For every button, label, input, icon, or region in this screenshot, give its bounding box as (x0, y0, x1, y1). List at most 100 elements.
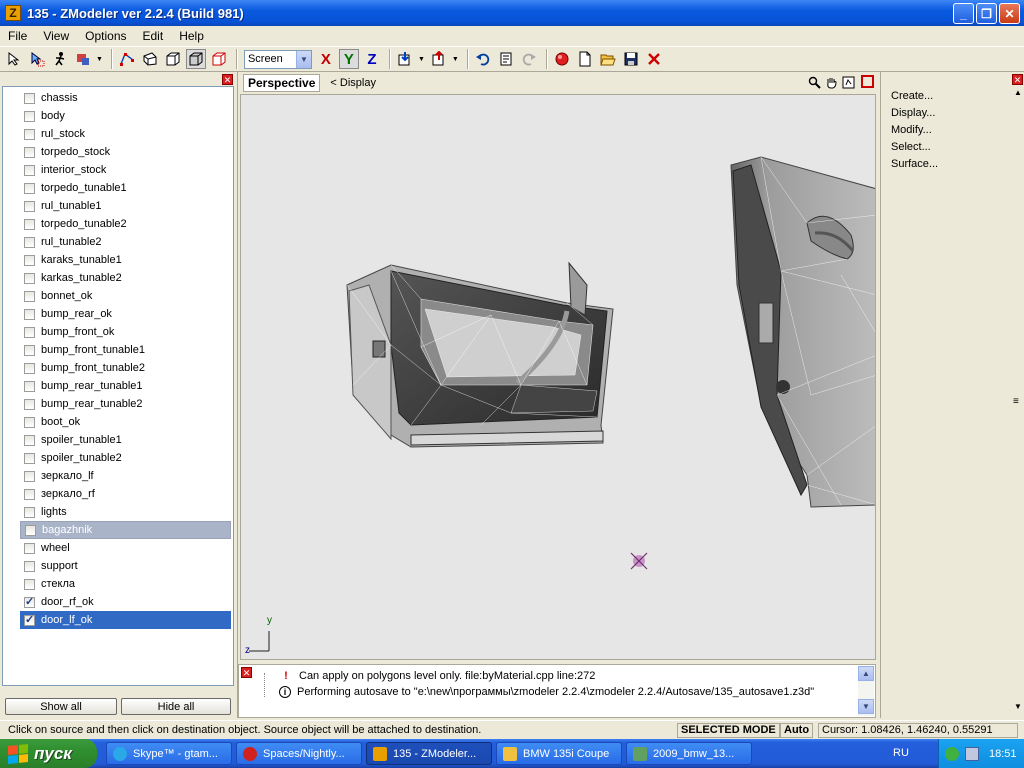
zoom-icon[interactable] (807, 75, 822, 90)
rotate-view-icon[interactable] (841, 75, 856, 90)
object-visibility-checkbox[interactable] (24, 398, 35, 410)
object-visibility-checkbox[interactable] (24, 254, 35, 266)
export-dropdown-icon[interactable]: ▼ (452, 56, 459, 63)
bounding-box-mode-icon[interactable] (209, 49, 229, 69)
polygon-mode-icon[interactable] (140, 49, 160, 69)
object-item-spoiler-tunable1[interactable]: spoiler_tunable1 (20, 431, 231, 449)
hide-all-button[interactable]: Hide all (121, 698, 231, 715)
maximize-viewport-icon[interactable] (861, 75, 874, 88)
export-icon[interactable] (429, 49, 449, 69)
object-visibility-checkbox[interactable] (24, 236, 35, 248)
object-item-zerkalo-rf[interactable]: зеркало_rf (20, 485, 231, 503)
selected-mode-indicator[interactable]: SELECTED MODE (677, 723, 780, 738)
object-item-boot-ok[interactable]: boot_ok (20, 413, 231, 431)
object-visibility-checkbox[interactable] (24, 344, 35, 356)
object-visibility-checkbox[interactable] (24, 128, 35, 140)
command-display[interactable]: Display... (891, 107, 935, 119)
scroll-up-icon[interactable]: ▲ (1014, 88, 1022, 97)
vertex-mode-icon[interactable] (117, 49, 137, 69)
object-visibility-checkbox[interactable] (24, 362, 35, 374)
object-item-door-rf-ok[interactable]: ✓ door_rf_ok (20, 593, 231, 611)
save-file-icon[interactable] (621, 49, 641, 69)
object-item-support[interactable]: support (20, 557, 231, 575)
object-visibility-checkbox[interactable] (24, 290, 35, 302)
object-item-chassis[interactable]: chassis (20, 89, 231, 107)
object-visibility-checkbox[interactable] (24, 578, 35, 590)
object-item-bonnet-ok[interactable]: bonnet_ok (20, 287, 231, 305)
open-file-icon[interactable] (598, 49, 618, 69)
object-visibility-checkbox[interactable] (24, 488, 35, 500)
object-item-zerkalo-lf[interactable]: зеркало_lf (20, 467, 231, 485)
menu-view[interactable]: View (35, 29, 77, 43)
object-visibility-checkbox[interactable] (24, 110, 35, 122)
select-tool-icon[interactable] (4, 49, 24, 69)
object-item-rul-tunable1[interactable]: rul_tunable1 (20, 197, 231, 215)
object-mode-icon[interactable] (163, 49, 183, 69)
object-visibility-checkbox[interactable] (24, 146, 35, 158)
undo-history-icon[interactable] (496, 49, 516, 69)
show-all-button[interactable]: Show all (5, 698, 117, 715)
objects-panel-close-icon[interactable]: ✕ (222, 74, 233, 85)
door-rf-model[interactable] (730, 156, 876, 508)
taskbar-opera[interactable]: Spaces/Nightly... (236, 742, 362, 765)
object-item-bump-rear-tunable2[interactable]: bump_rear_tunable2 (20, 395, 231, 413)
object-visibility-checkbox-checked[interactable]: ✓ (24, 596, 35, 608)
object-item-wheel[interactable]: wheel (20, 539, 231, 557)
close-button[interactable]: ✕ (999, 3, 1020, 24)
scroll-down-icon[interactable]: ▼ (1014, 702, 1022, 711)
menu-options[interactable]: Options (77, 29, 134, 43)
object-visibility-checkbox[interactable] (24, 560, 35, 572)
object-item-spoiler-tunable2[interactable]: spoiler_tunable2 (20, 449, 231, 467)
object-visibility-checkbox[interactable] (24, 308, 35, 320)
object-visibility-checkbox[interactable] (24, 416, 35, 428)
object-item-bump-front-tunable1[interactable]: bump_front_tunable1 (20, 341, 231, 359)
coordinate-system-select[interactable]: Screen ▼ (243, 49, 312, 69)
object-visibility-checkbox[interactable] (24, 92, 35, 104)
object-visibility-checkbox[interactable] (24, 326, 35, 338)
object-item-karkas-tunable2[interactable]: karkas_tunable2 (20, 269, 231, 287)
object-item-bump-rear-ok[interactable]: bump_rear_ok (20, 305, 231, 323)
object-visibility-checkbox[interactable] (25, 524, 36, 536)
object-item-interior-stock[interactable]: interior_stock (20, 161, 231, 179)
object-visibility-checkbox[interactable] (24, 200, 35, 212)
delete-icon[interactable] (644, 49, 664, 69)
object-visibility-checkbox[interactable] (24, 272, 35, 284)
scroll-up-icon[interactable]: ▲ (858, 666, 874, 681)
object-visibility-checkbox[interactable] (24, 506, 35, 518)
scroll-down-icon[interactable]: ▼ (858, 699, 874, 714)
command-select[interactable]: Select... (891, 141, 931, 153)
object-visibility-checkbox[interactable] (24, 182, 35, 194)
object-item-bagazhnik[interactable]: bagazhnik (20, 521, 231, 539)
axis-x-toggle[interactable]: X (316, 49, 336, 69)
menu-help[interactable]: Help (171, 29, 212, 43)
minimize-button[interactable]: _ (953, 3, 974, 24)
object-item-door-lf-ok[interactable]: ✓ door_lf_ok (20, 611, 231, 629)
undo-icon[interactable] (473, 49, 493, 69)
start-button[interactable]: пуск (0, 739, 97, 768)
auto-mode-indicator[interactable]: Auto (780, 723, 814, 738)
zmodeler-app-icon[interactable]: Z (5, 5, 21, 21)
axis-y-toggle[interactable]: Y (338, 49, 359, 69)
import-dropdown-icon[interactable]: ▼ (418, 56, 425, 63)
object-visibility-checkbox[interactable] (24, 542, 35, 554)
pan-hand-icon[interactable] (824, 75, 839, 90)
import-icon[interactable] (395, 49, 415, 69)
modify-tool-dropdown-icon[interactable]: ▼ (96, 56, 103, 63)
log-scrollbar[interactable]: ▲ ▼ (858, 666, 874, 716)
new-file-icon[interactable] (575, 49, 595, 69)
object-item-karaks-tunable1[interactable]: karaks_tunable1 (20, 251, 231, 269)
taskbar-zmodeler[interactable]: 135 - ZModeler... (366, 742, 492, 765)
commands-panel-close-icon[interactable]: ✕ (1012, 74, 1023, 85)
command-surface[interactable]: Surface... (891, 158, 938, 170)
object-visibility-checkbox[interactable] (24, 218, 35, 230)
object-item-bump-rear-tunable1[interactable]: bump_rear_tunable1 (20, 377, 231, 395)
maximize-button[interactable]: ❐ (976, 3, 997, 24)
panel-grip-icon[interactable]: ≡ (1013, 396, 1019, 407)
pivot-marker[interactable] (630, 552, 648, 570)
object-item-rul-stock[interactable]: rul_stock (20, 125, 231, 143)
object-visibility-checkbox[interactable] (24, 380, 35, 392)
network-icon[interactable] (965, 746, 979, 761)
tray-status-icon[interactable] (945, 746, 959, 761)
render-icon[interactable] (552, 49, 572, 69)
redo-icon[interactable] (519, 49, 539, 69)
